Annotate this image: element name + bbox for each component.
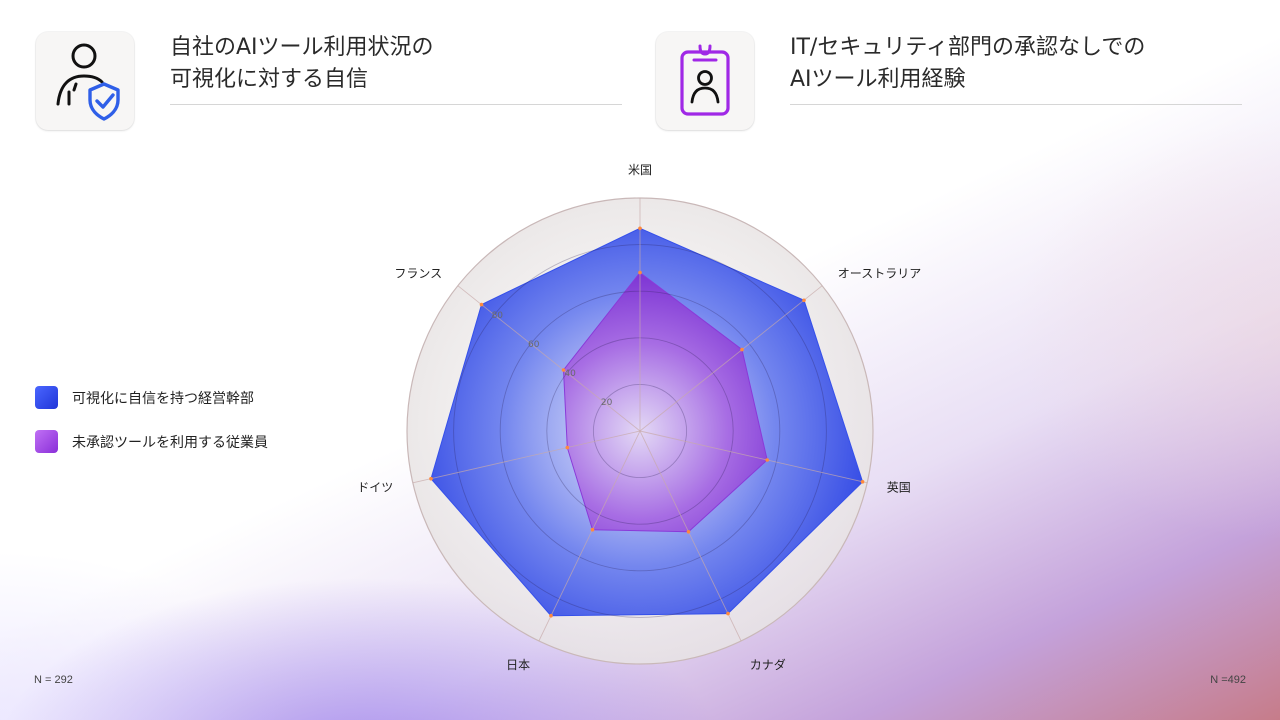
header-right-divider	[790, 104, 1242, 105]
radar-tick-label: 80	[492, 311, 504, 321]
radar-tick-label: 60	[528, 340, 540, 350]
header-left-divider	[170, 104, 622, 105]
radar-chart-svg: 20 40 60 80 米国オーストラリア英国カナダ 日本 ドイツ フランス	[357, 163, 921, 672]
legend-swatch-blue	[35, 386, 58, 409]
radar-point-executives	[860, 480, 865, 484]
radar-point-executives	[802, 298, 806, 303]
radar-point-employees	[565, 445, 570, 450]
radar-axis-label: ドイツ	[357, 480, 393, 494]
radar-point-employees	[765, 458, 769, 462]
radar-point-executives	[726, 611, 730, 616]
header-left-title: 自社のAIツール利用状況の 可視化に対する自信	[170, 35, 434, 92]
radar-axis-label: オーストラリア	[838, 266, 921, 280]
radar-point-executives	[429, 476, 433, 481]
legend-swatch-purple	[35, 430, 58, 453]
id-badge-icon	[656, 32, 754, 130]
header-right-title: IT/セキュリティ部門の承認なしでの AIツール利用経験	[790, 35, 1146, 92]
radar-tick-label: 40	[564, 369, 576, 379]
radar-point-executives	[638, 226, 642, 231]
sample-size-right: N =492	[1210, 674, 1246, 686]
radar-axis-label: 米国	[628, 163, 652, 177]
radar-tick-label: 20	[601, 398, 613, 408]
radar-point-employees	[740, 347, 744, 352]
legend-label-executives: 可視化に自信を持つ経営幹部	[72, 391, 254, 407]
radar-point-employees	[590, 527, 595, 532]
user-shield-check-icon	[36, 32, 134, 130]
radar-axis-label: 日本	[506, 658, 530, 672]
radar-point-executives	[479, 302, 484, 307]
radar-point-employees	[686, 530, 691, 534]
legend-label-employees: 未承認ツールを利用する従業員	[72, 435, 268, 451]
radar-axis-label: フランス	[394, 266, 442, 280]
radar-axis-label: カナダ	[750, 657, 786, 672]
radar-axis-label: 英国	[887, 480, 911, 494]
radar-point-employees	[638, 270, 642, 275]
radar-point-executives	[549, 613, 553, 618]
radar-chart: 20 40 60 80 米国オーストラリア英国カナダ 日本 ドイツ フランス	[0, 0, 1280, 720]
sample-size-left: N = 292	[34, 674, 73, 686]
